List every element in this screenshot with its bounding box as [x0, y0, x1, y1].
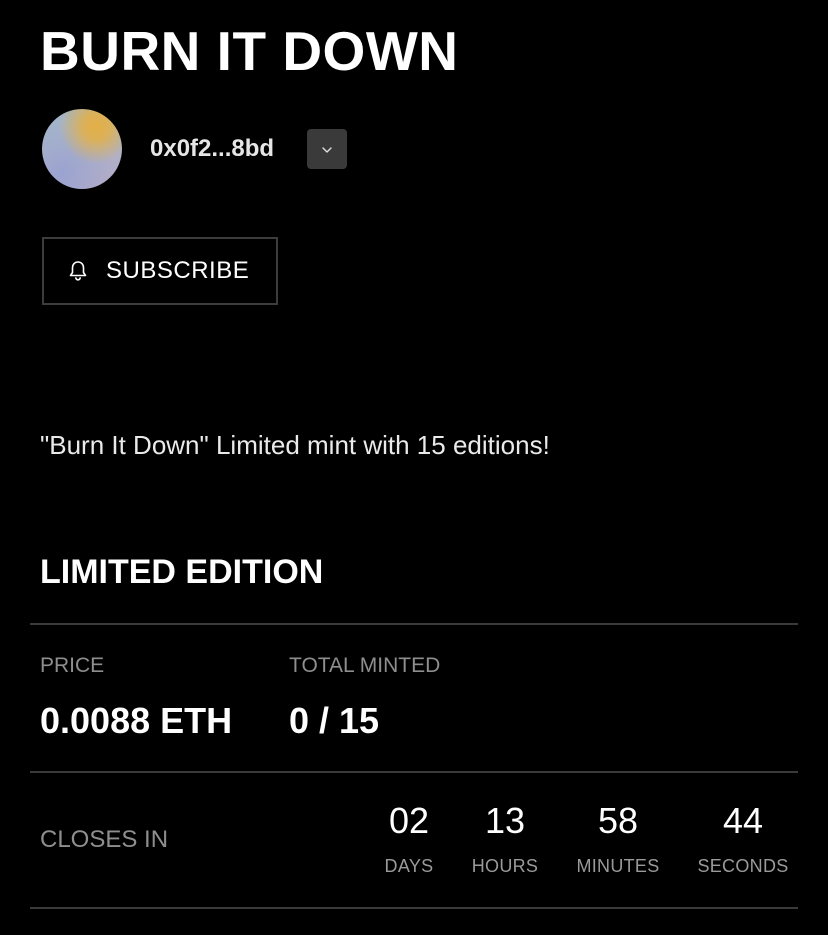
creator-row: 0x0f2...8bd	[42, 109, 348, 189]
countdown-hours-value: 13	[484, 800, 526, 841]
divider-bottom	[30, 907, 798, 909]
countdown-minutes-value: 58	[597, 800, 639, 841]
page-title: BURN IT DOWN	[40, 20, 459, 82]
countdown-hours-label: HOURS	[471, 856, 539, 876]
subscribe-label: SUBSCRIBE	[106, 257, 250, 284]
mint-description: "Burn It Down" Limited mint with 15 edit…	[40, 430, 550, 460]
creator-address[interactable]: 0x0f2...8bd	[150, 135, 274, 163]
countdown-seconds-value: 44	[722, 800, 764, 841]
subscribe-button[interactable]: SUBSCRIBE	[42, 237, 278, 305]
countdown-minutes-label: MINUTES	[576, 856, 660, 876]
countdown-minutes: 58 MINUTES	[558, 800, 678, 877]
chevron-down-icon	[322, 140, 332, 158]
price-value: 0.0088 ETH	[40, 700, 233, 741]
mint-page: BURN IT DOWN 0x0f2...8bd SUBSCRIBE "Burn…	[0, 0, 828, 935]
countdown-seconds-label: SECONDS	[697, 856, 789, 876]
bell-icon	[68, 260, 88, 282]
creator-menu-button[interactable]	[307, 129, 348, 169]
divider-top	[30, 623, 798, 625]
total-minted-label: TOTAL MINTED	[289, 654, 441, 677]
closes-in-label: CLOSES IN	[40, 826, 169, 853]
total-minted-value: 0 / 15	[289, 700, 380, 741]
price-label: PRICE	[40, 654, 105, 677]
creator-avatar[interactable]	[42, 109, 122, 189]
section-title: LIMITED EDITION	[40, 553, 324, 591]
divider-middle	[30, 771, 798, 773]
countdown-hours: 13 HOURS	[445, 800, 565, 877]
countdown-seconds: 44 SECONDS	[683, 800, 803, 877]
